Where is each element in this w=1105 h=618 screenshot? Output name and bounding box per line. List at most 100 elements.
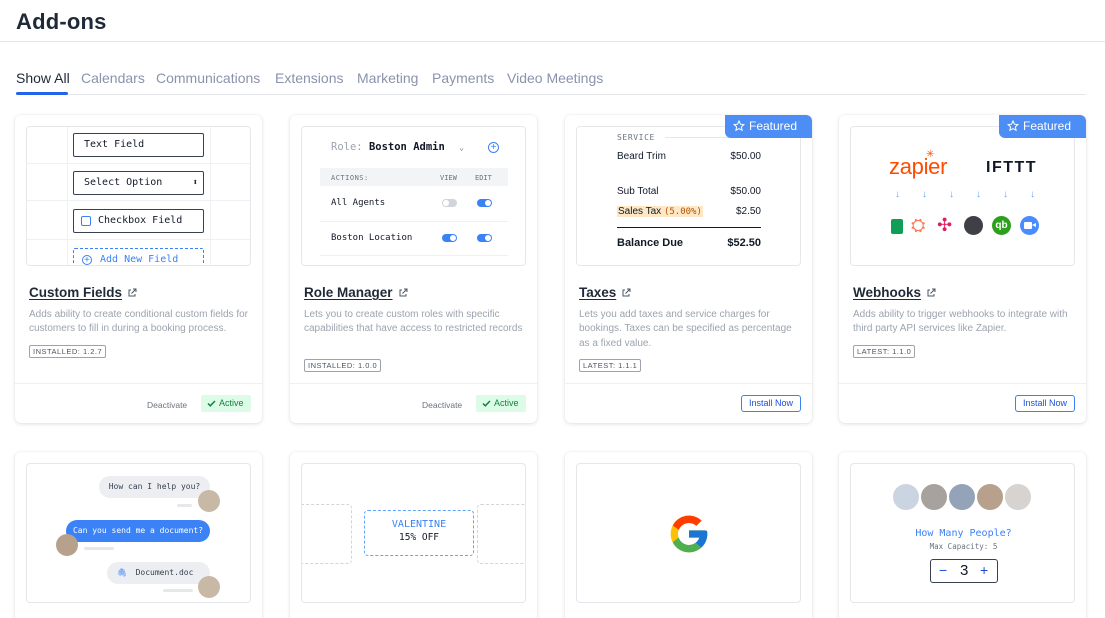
balance-due-value: $52.50 <box>727 237 761 249</box>
arrow-down-icon: ↓ <box>976 189 981 200</box>
people-question: How Many People? <box>915 528 1012 539</box>
subtotal-value: $50.00 <box>730 186 761 197</box>
role-label: Role: <box>331 141 363 153</box>
deactivate-link[interactable]: Deactivate <box>422 400 462 410</box>
install-now-button[interactable]: Install Now <box>1015 395 1075 412</box>
checkbox-field-label: Checkbox Field <box>98 215 183 226</box>
coupon-ticket: VALENTINE 15% OFF <box>364 510 474 556</box>
zoom-icon <box>1020 216 1039 235</box>
grid-line <box>67 127 68 265</box>
coupon-discount: 15% OFF <box>398 532 440 543</box>
featured-badge: Featured <box>725 115 812 138</box>
arrow-down-icon: ↓ <box>922 189 927 200</box>
addon-card-custom-fields: Text Field Select Option ⬍ Checkbox Fiel… <box>15 115 262 423</box>
featured-label: Featured <box>749 119 798 133</box>
filter-tabs: Show All Calendars Communications Extens… <box>16 70 1086 95</box>
external-link-icon <box>622 288 631 297</box>
card-title-link[interactable]: Role Manager <box>304 285 408 300</box>
tab-payments[interactable]: Payments <box>432 70 494 86</box>
max-capacity-label: Max Capacity: 5 <box>929 542 998 551</box>
star-icon <box>733 120 745 132</box>
tab-marketing[interactable]: Marketing <box>357 70 418 86</box>
avatar <box>198 490 220 512</box>
line-item-row: Beard Trim $50.00 <box>617 151 761 162</box>
active-status-label: Active <box>219 398 244 408</box>
card-title-link[interactable]: Taxes <box>579 285 631 300</box>
check-icon <box>207 400 216 407</box>
total-divider <box>617 227 761 228</box>
sales-tax-highlight: Sales Tax (5.00%) <box>617 206 703 217</box>
text-field-sample: Text Field <box>73 133 204 157</box>
select-option-sample: Select Option ⬍ <box>73 171 204 195</box>
service-label: SERVICE <box>617 133 655 142</box>
subtotal-row: Sub Total $50.00 <box>617 186 761 197</box>
quantity-stepper: − 3 + <box>930 559 998 583</box>
card-divider <box>15 383 262 384</box>
balance-due-row: Balance Due $52.50 <box>617 237 761 249</box>
version-badge: INSTALLED: 1.0.0 <box>304 359 382 372</box>
card-title: Taxes <box>579 285 617 300</box>
external-link-icon <box>927 288 936 297</box>
role-value: Boston Admin <box>368 141 445 153</box>
card-divider <box>290 383 537 384</box>
chat-bubble-agent: How can I help you? <box>99 476 210 498</box>
card-title-link[interactable]: Custom Fields <box>29 285 137 300</box>
chevron-down-icon: ⌄ <box>459 143 464 152</box>
checkbox-icon <box>81 216 91 226</box>
card-description: Adds ability to trigger webhooks to inte… <box>853 309 1068 335</box>
arrow-down-icon: ↓ <box>1030 189 1035 200</box>
external-link-icon <box>399 288 408 297</box>
paperclip-icon: 🖇 <box>117 568 128 577</box>
edit-column-header: EDIT <box>475 174 492 182</box>
coupon-ghost-left <box>302 504 352 564</box>
featured-label: Featured <box>1023 119 1072 133</box>
avatar <box>975 482 1005 512</box>
addon-card-coupons: VALENTINE 15% OFF <box>290 452 537 618</box>
tab-extensions[interactable]: Extensions <box>275 70 343 86</box>
select-arrows-icon: ⬍ <box>192 178 198 188</box>
row-divider <box>320 255 508 256</box>
permission-row-label: Boston Location <box>331 233 413 243</box>
active-tab-indicator <box>16 92 68 95</box>
version-badge: INSTALLED: 1.2.7 <box>29 345 107 358</box>
tab-calendars[interactable]: Calendars <box>81 70 145 86</box>
balance-due-label: Balance Due <box>617 237 684 249</box>
sales-tax-value: $2.50 <box>735 206 761 217</box>
grid-line <box>210 127 211 265</box>
zapier-logo: zapier <box>889 154 948 179</box>
line-item-price: $50.00 <box>730 151 761 162</box>
check-icon <box>482 400 491 407</box>
star-icon <box>1007 120 1019 132</box>
card-title-link[interactable]: Webhooks <box>853 285 936 300</box>
row-divider <box>320 221 508 222</box>
edit-toggle <box>477 199 492 207</box>
plus-circle-icon: + <box>82 255 92 265</box>
card-title: Custom Fields <box>29 285 123 300</box>
sales-tax-rate: (5.00%) <box>663 207 702 217</box>
tab-video-meetings[interactable]: Video Meetings <box>507 70 603 86</box>
card-description: Lets you add taxes and service charges f… <box>579 309 792 349</box>
arrow-down-icon: ↓ <box>895 189 900 200</box>
addon-card-role-manager: Role: Boston Admin ⌄ + ACTIONS: VIEW EDI… <box>290 115 537 423</box>
plus-button[interactable]: + <box>980 562 988 578</box>
card-divider <box>565 383 812 384</box>
avatar <box>56 534 78 556</box>
tab-show-all[interactable]: Show All <box>16 70 70 86</box>
active-status-badge: Active <box>476 395 526 412</box>
coupon-code: VALENTINE <box>391 519 447 530</box>
actions-column-header: ACTIONS: <box>331 174 369 182</box>
add-new-field-label: Add New Field <box>100 254 179 265</box>
group-booking-preview: How Many People? Max Capacity: 5 − 3 + <box>850 463 1075 603</box>
page-title: Add-ons <box>16 9 107 34</box>
install-now-button[interactable]: Install Now <box>741 395 801 412</box>
addon-card-group-booking: How Many People? Max Capacity: 5 − 3 + <box>839 452 1086 618</box>
chat-bubble-customer: Can you send me a document? <box>66 520 210 542</box>
taxes-preview: SERVICE Beard Trim $50.00 Sub Total $50.… <box>576 126 801 266</box>
avatar <box>947 482 977 512</box>
deactivate-link[interactable]: Deactivate <box>147 400 187 410</box>
tab-communications[interactable]: Communications <box>156 70 260 86</box>
minus-button[interactable]: − <box>939 562 947 578</box>
role-manager-preview: Role: Boston Admin ⌄ + ACTIONS: VIEW EDI… <box>301 126 526 266</box>
sales-tax-label: Sales Tax <box>618 206 662 217</box>
avatar <box>891 482 921 512</box>
